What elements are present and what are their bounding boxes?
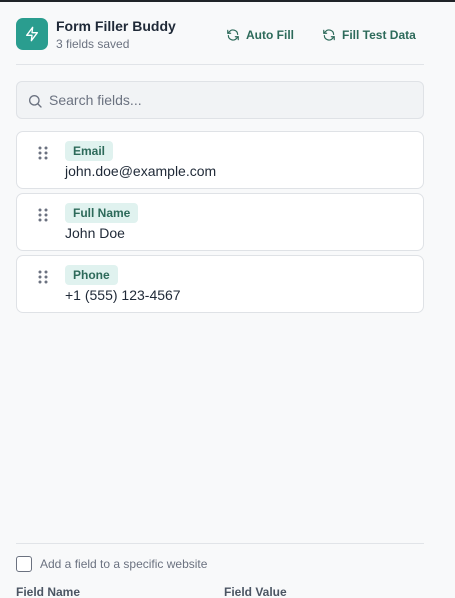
add-field-divider	[16, 543, 424, 544]
header-divider	[16, 64, 424, 65]
field-name-label: Field Name	[16, 585, 81, 598]
field-value: John Doe	[65, 225, 125, 241]
specific-website-option: Add a field to a specific website	[16, 556, 207, 572]
field-name-tag: Phone	[65, 265, 118, 285]
specific-website-label: Add a field to a specific website	[40, 557, 208, 571]
app-logo	[16, 18, 48, 50]
refresh-icon	[227, 29, 239, 41]
search-input[interactable]	[49, 82, 409, 118]
fields-saved-count: 3 fields saved	[56, 37, 130, 51]
field-value: john.doe@example.com	[65, 163, 217, 179]
drag-handle-icon[interactable]	[37, 270, 49, 284]
fill-test-data-button[interactable]: Fill Test Data	[322, 26, 416, 44]
field-value-label: Field Value	[224, 585, 287, 598]
specific-website-checkbox[interactable]	[16, 556, 32, 572]
auto-fill-label: Auto Fill	[246, 28, 294, 42]
field-value: +1 (555) 123-4567	[65, 287, 181, 303]
app-header: Form Filler Buddy 3 fields saved Auto Fi…	[16, 16, 424, 52]
drag-handle-icon[interactable]	[37, 208, 49, 222]
field-name-tag: Email	[65, 141, 114, 161]
drag-handle-icon[interactable]	[37, 146, 49, 160]
field-card-phone[interactable]: Phone +1 (555) 123-4567	[16, 255, 424, 313]
lightning-bolt-icon	[26, 26, 38, 42]
refresh-icon	[323, 29, 335, 41]
search-icon	[29, 95, 42, 108]
auto-fill-button[interactable]: Auto Fill	[226, 26, 294, 44]
fill-test-data-label: Fill Test Data	[342, 28, 416, 42]
search-box	[16, 81, 424, 119]
window-top-border	[0, 0, 455, 2]
field-card-email[interactable]: Email john.doe@example.com	[16, 131, 424, 189]
field-name-tag: Full Name	[65, 203, 139, 223]
app-title: Form Filler Buddy	[56, 18, 176, 34]
field-card-full-name[interactable]: Full Name John Doe	[16, 193, 424, 251]
